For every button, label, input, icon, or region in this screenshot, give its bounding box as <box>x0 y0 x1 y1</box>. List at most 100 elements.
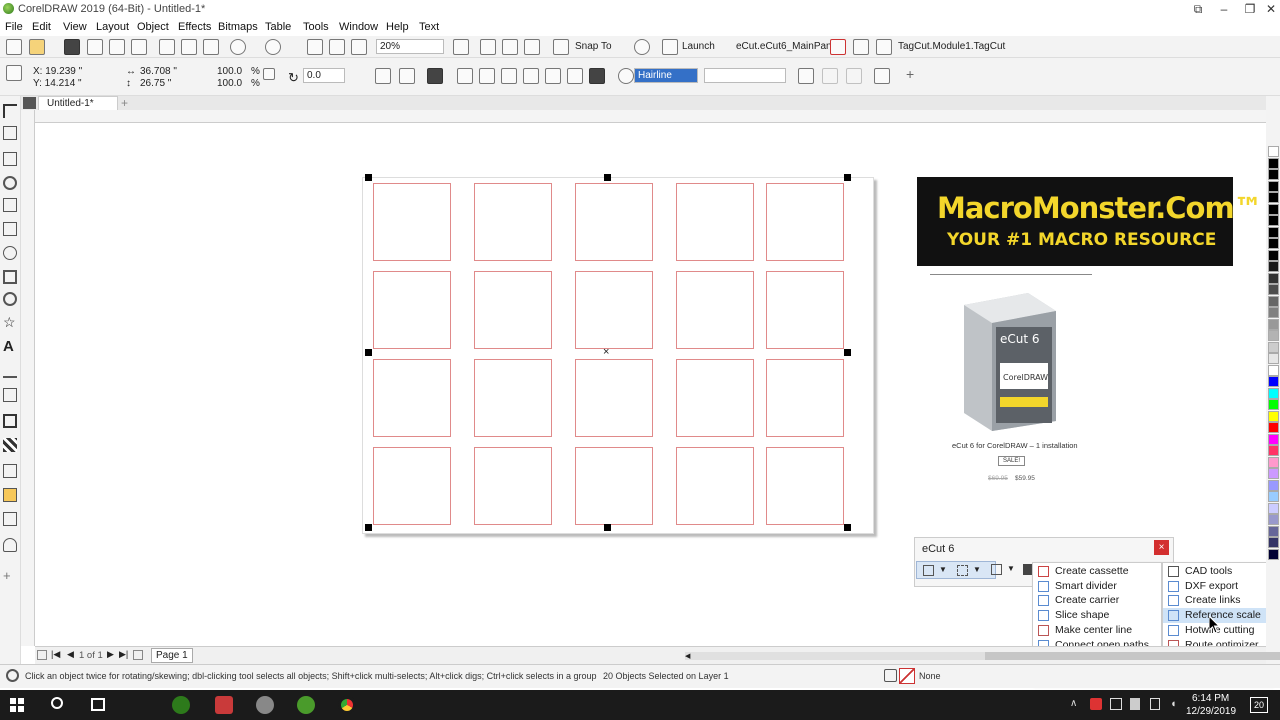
tray-app-icon[interactable] <box>1090 698 1102 710</box>
launch-icon[interactable] <box>662 39 678 55</box>
next-page-icon[interactable]: ▶ <box>107 649 114 660</box>
crop-tool-icon[interactable] <box>3 152 17 166</box>
menu-item-create-carrier[interactable]: Create carrier <box>1033 593 1161 608</box>
group-icon[interactable] <box>427 68 443 84</box>
search-icon[interactable] <box>51 697 63 709</box>
ecut-tools-icon[interactable] <box>1023 564 1032 575</box>
color-swatch[interactable] <box>1268 525 1279 537</box>
menu-help[interactable]: Help <box>386 21 409 33</box>
scale-x-field[interactable]: 100.0 <box>217 66 242 77</box>
clock-time[interactable]: 6:14 PM <box>1192 693 1229 704</box>
x-position-field[interactable]: X: 19.239 " <box>33 66 82 77</box>
menu-view[interactable]: View <box>63 21 87 33</box>
add-page-before-icon[interactable] <box>37 650 47 660</box>
color-swatch[interactable] <box>1268 146 1279 157</box>
redo-icon[interactable] <box>265 39 281 55</box>
cutting-cell[interactable] <box>575 271 653 349</box>
weld-icon[interactable] <box>479 68 495 84</box>
publish-pdf-icon[interactable] <box>351 39 367 55</box>
color-swatch[interactable] <box>1268 433 1279 445</box>
menu-file[interactable]: File <box>5 21 23 33</box>
ecut-close-button[interactable]: × <box>1154 540 1169 555</box>
color-swatch[interactable] <box>1268 410 1279 422</box>
menu-item-smart-divider[interactable]: Smart divider <box>1033 579 1161 594</box>
artistic-media-icon[interactable] <box>3 246 17 260</box>
selection-handle[interactable] <box>365 174 372 181</box>
chrome-taskbar-icon[interactable] <box>338 696 356 714</box>
color-swatch[interactable] <box>1268 353 1279 364</box>
color-swatch[interactable] <box>1268 548 1279 560</box>
outline-width-select[interactable]: Hairline <box>634 68 698 83</box>
mirror-horizontal-icon[interactable] <box>375 68 391 84</box>
menu-item-cad-tools[interactable]: CAD tools <box>1163 564 1271 579</box>
menu-item-create-links[interactable]: Create links <box>1163 593 1271 608</box>
color-swatch[interactable] <box>1268 468 1279 479</box>
cloud-download-icon[interactable] <box>87 39 103 55</box>
shape-tool-icon[interactable] <box>3 126 17 140</box>
color-swatch[interactable] <box>1268 341 1279 353</box>
color-swatch[interactable] <box>1268 203 1279 215</box>
notification-center-icon[interactable]: 20 <box>1250 697 1268 713</box>
horizontal-scrollbar[interactable]: ◀ <box>685 652 1280 660</box>
color-swatch[interactable] <box>1268 502 1279 514</box>
cutting-cell[interactable] <box>474 447 552 525</box>
new-document-icon[interactable] <box>6 39 22 55</box>
cutting-cell[interactable] <box>575 359 653 437</box>
cutting-cell[interactable] <box>676 183 754 261</box>
fill-indicator-icon[interactable] <box>884 669 897 682</box>
menu-bitmaps[interactable]: Bitmaps <box>218 21 258 33</box>
height-field[interactable]: 26.75 " <box>140 78 171 89</box>
ecut-box-icon[interactable] <box>923 565 934 576</box>
app-taskbar-icon-4[interactable] <box>297 696 315 714</box>
scroll-left-icon[interactable]: ◀ <box>685 652 693 660</box>
horizontal-ruler[interactable] <box>35 110 1266 123</box>
color-swatch[interactable] <box>1268 376 1279 387</box>
color-swatch[interactable] <box>1268 272 1279 284</box>
connector-tool-icon[interactable] <box>3 388 17 402</box>
color-swatch[interactable] <box>1268 387 1279 399</box>
color-swatch[interactable] <box>1268 491 1279 502</box>
tray-wifi-icon[interactable] <box>1150 698 1160 710</box>
cutting-cell[interactable] <box>373 271 451 349</box>
macro-icon-3[interactable] <box>876 39 892 55</box>
menu-object[interactable]: Object <box>137 21 169 33</box>
align-distribute-icon[interactable] <box>874 68 890 84</box>
coreldraw-taskbar-icon[interactable] <box>172 696 190 714</box>
color-swatch[interactable] <box>1268 479 1279 491</box>
color-swatch[interactable] <box>1268 169 1279 180</box>
product-caption[interactable]: eCut 6 for CorelDRAW – 1 installation <box>952 441 1078 450</box>
macro-icon-2[interactable] <box>853 39 869 55</box>
chevron-down-icon[interactable]: ▼ <box>973 565 981 574</box>
cutting-cell[interactable] <box>575 183 653 261</box>
y-position-field[interactable]: Y: 14.214 " <box>33 78 82 89</box>
cutting-cell[interactable] <box>676 447 754 525</box>
eraser-tool-icon[interactable] <box>3 198 17 212</box>
minimize-button[interactable]: – <box>1211 0 1237 18</box>
new-tab-icon[interactable]: + <box>121 96 128 110</box>
color-swatch[interactable] <box>1268 445 1279 456</box>
quick-customize-icon-2[interactable] <box>846 68 862 84</box>
menu-edit[interactable]: Edit <box>32 21 51 33</box>
dimension-tool-icon[interactable] <box>3 364 17 378</box>
menu-item-dxf-export[interactable]: DXF export <box>1163 579 1271 594</box>
app-taskbar-icon-2[interactable] <box>215 696 233 714</box>
snap-icon[interactable] <box>553 39 569 55</box>
snap-to-dropdown[interactable]: Snap To <box>575 41 612 52</box>
cutting-cell[interactable] <box>373 447 451 525</box>
menu-item-make-center-line[interactable]: Make center line <box>1033 623 1161 638</box>
full-screen-icon[interactable] <box>480 39 496 55</box>
show-grid-icon[interactable] <box>502 39 518 55</box>
color-swatch[interactable] <box>1268 514 1279 525</box>
status-settings-icon[interactable] <box>6 669 19 682</box>
eyedropper-tool-icon[interactable] <box>3 464 17 478</box>
chevron-down-icon[interactable]: ▼ <box>939 565 947 574</box>
welcome-home-icon[interactable] <box>23 97 36 109</box>
color-swatch[interactable] <box>1268 261 1279 272</box>
line-style-select[interactable] <box>704 68 786 83</box>
menu-window[interactable]: Window <box>339 21 378 33</box>
color-swatch[interactable] <box>1268 537 1279 548</box>
clock-date[interactable]: 12/29/2019 <box>1186 706 1236 717</box>
menu-item-slice-shape[interactable]: Slice shape <box>1033 608 1161 623</box>
selection-handle[interactable] <box>844 174 851 181</box>
cutting-cell[interactable] <box>373 359 451 437</box>
